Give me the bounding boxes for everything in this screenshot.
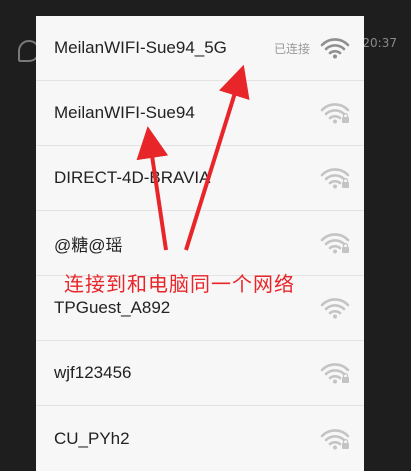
annotation-arrows [136, 64, 250, 251]
arrow-to-2g [136, 126, 169, 251]
annotation-text: 连接到和电脑同一个网络 [64, 272, 295, 296]
arrow-to-5g [184, 64, 250, 251]
